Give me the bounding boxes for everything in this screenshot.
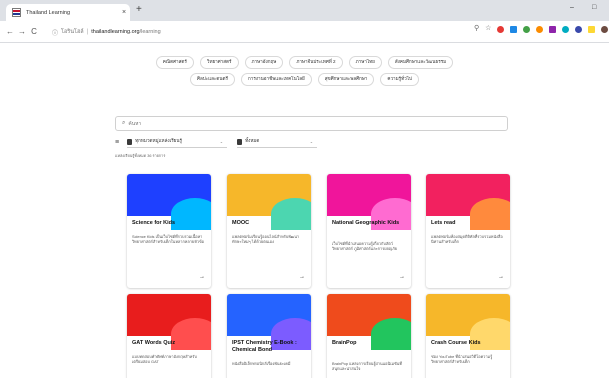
url-separator: | bbox=[86, 29, 89, 35]
extension-icon[interactable] bbox=[497, 25, 505, 33]
chevron-down-icon: ⌄ bbox=[309, 139, 314, 144]
category-pill[interactable]: คณิตศาสตร์ bbox=[155, 56, 194, 69]
search-input[interactable] bbox=[128, 120, 507, 127]
resource-card[interactable]: BrainPop BrainPop แหล่งการเรียนรู้ผ่านแอน… bbox=[327, 294, 411, 378]
card-title[interactable]: Science for Kids bbox=[132, 220, 207, 227]
extension-icon[interactable] bbox=[601, 25, 609, 33]
card-description: แบบทดสอบคำศัพท์ภาษาอังกฤษสำหรับเตรียมสอบ… bbox=[132, 354, 197, 365]
card-title[interactable]: BrainPop bbox=[332, 340, 407, 347]
card-thumbnail bbox=[426, 174, 510, 230]
card-thumbnail bbox=[227, 294, 311, 350]
card-description: เว็บไซต์ที่นำเสนอความรู้เกี่ยวกับสัตว์ ว… bbox=[332, 241, 398, 252]
card-thumbnail bbox=[426, 294, 510, 350]
type-dropdown-label: ทั้งหมด bbox=[245, 138, 260, 143]
arrow-right-icon[interactable]: → bbox=[199, 274, 205, 280]
filter-bar: ≡ ทุกหมวดหมู่แหล่งเรียนรู้ ⌄ ทั้งหมด ⌄ bbox=[115, 135, 327, 149]
back-button[interactable]: ← bbox=[4, 27, 16, 36]
tab-strip: Thailand Learning × + – □ bbox=[0, 0, 609, 21]
card-thumbnail bbox=[227, 174, 311, 230]
category-row-1: คณิตศาสตร์ วิทยาศาสตร์ ภาษาอังกฤษ ภาษาจีนปร… bbox=[0, 56, 609, 69]
category-dropdown[interactable]: ทุกหมวดหมู่แหล่งเรียนรู้ ⌄ bbox=[127, 136, 228, 148]
extension-icon[interactable] bbox=[575, 25, 583, 33]
search-icon: ⌕ bbox=[122, 120, 126, 126]
card-description: ช่อง YouTube ที่นำเสนอวิดีโอความรู้วิทยา… bbox=[431, 354, 493, 365]
url-site-label: โอรินโฮล์ bbox=[61, 29, 84, 35]
extension-icon[interactable] bbox=[510, 25, 518, 33]
maximize-button[interactable]: □ bbox=[592, 4, 596, 11]
category-pill[interactable]: ภาษาไทย bbox=[348, 56, 382, 69]
extension-icon[interactable] bbox=[562, 25, 570, 33]
filter-icon[interactable]: ≡ bbox=[115, 139, 119, 146]
category-row-2: ศิลปะและดนตรี การงานอาชีพและเทคโนโลยี สุขศ… bbox=[0, 73, 609, 86]
category-pill[interactable]: ศิลปะและดนตรี bbox=[190, 73, 235, 86]
card-thumbnail bbox=[327, 174, 411, 230]
card-title[interactable]: GAT Words Quiz bbox=[132, 340, 207, 347]
card-title[interactable]: National Geographic Kids bbox=[332, 220, 407, 227]
forward-button[interactable]: → bbox=[16, 27, 28, 36]
category-pill[interactable]: ความรู้ทั่วไป bbox=[380, 73, 419, 86]
reload-button[interactable]: C bbox=[28, 27, 40, 36]
star-icon[interactable]: ☆ bbox=[485, 25, 491, 33]
card-title[interactable]: Lets read bbox=[431, 220, 506, 227]
resource-card[interactable]: GAT Words Quiz แบบทดสอบคำศัพท์ภาษาอังกฤษส… bbox=[127, 294, 211, 378]
extension-icon[interactable] bbox=[549, 25, 557, 33]
category-pill[interactable]: วิทยาศาสตร์ bbox=[199, 56, 239, 69]
card-thumbnail bbox=[127, 174, 211, 230]
type-dropdown[interactable]: ทั้งหมด ⌄ bbox=[237, 136, 318, 148]
address-bar[interactable]: ⓘ โอรินโฮล์ | thailandlearning.org /lear… bbox=[52, 25, 458, 39]
result-count: แหล่งเรียนรู้ทั้งหมด 36 รายการ bbox=[115, 154, 166, 158]
resource-card[interactable]: MOOC แพลตฟอร์มเรียนรู้ออนไลน์สำหรับพัฒนาท… bbox=[227, 174, 311, 288]
browser-tab-thailand-learning[interactable]: Thailand Learning × bbox=[6, 4, 130, 21]
resource-card[interactable]: Crash Course Kids ช่อง YouTube ที่นำเสนอว… bbox=[426, 294, 510, 378]
extension-icons: ⚲ ☆ ⋮ bbox=[474, 25, 609, 33]
extension-icon[interactable] bbox=[536, 25, 544, 33]
url-host: thailandlearning.org bbox=[91, 29, 140, 35]
category-pill[interactable]: ภาษาจีนประเทศที่ 2 bbox=[289, 56, 343, 69]
resource-card[interactable]: National Geographic Kids เว็บไซต์ที่นำเสน… bbox=[327, 174, 411, 288]
category-pill[interactable]: สังคมศึกษาและวัฒนธรรม bbox=[387, 56, 454, 69]
book-icon bbox=[127, 138, 133, 145]
chevron-down-icon: ⌄ bbox=[219, 139, 224, 144]
card-title[interactable]: Crash Course Kids bbox=[431, 340, 506, 347]
category-pill[interactable]: ภาษาอังกฤษ bbox=[244, 56, 284, 69]
card-description: หนังสืออิเล็กทรอนิกส์เรื่องพันธะเคมี bbox=[232, 361, 291, 366]
arrow-right-icon[interactable]: → bbox=[498, 274, 504, 280]
category-dropdown-label: ทุกหมวดหมู่แหล่งเรียนรู้ bbox=[135, 138, 182, 143]
arrow-right-icon[interactable]: → bbox=[299, 274, 305, 280]
tab-title: Thailand Learning bbox=[26, 9, 71, 16]
category-pill[interactable]: สุขศึกษาและพลศึกษา bbox=[317, 73, 375, 86]
thailand-flag-icon bbox=[12, 8, 21, 17]
close-tab-icon[interactable]: × bbox=[118, 9, 130, 16]
search-icon[interactable]: ⚲ bbox=[474, 25, 479, 33]
category-pill[interactable]: การงานอาชีพและเทคโนโลยี bbox=[240, 73, 312, 86]
card-thumbnail bbox=[327, 294, 411, 350]
resource-card[interactable]: IPST Chemistry E-Book : Chemical Bond หนั… bbox=[227, 294, 311, 378]
media-icon bbox=[237, 138, 243, 145]
search-box[interactable]: ⌕ bbox=[115, 116, 508, 131]
card-thumbnail bbox=[127, 294, 211, 350]
card-description: แพลตฟอร์มเรียนรู้ออนไลน์สำหรับพัฒนาทักษะ… bbox=[232, 234, 300, 245]
extension-icon[interactable] bbox=[588, 25, 596, 33]
resource-card[interactable]: Lets read แพลตฟอร์มห้องสมุดดิจิทัลที่รวบร… bbox=[426, 174, 510, 288]
resource-card[interactable]: Science for Kids Science Kids เป็นเว็บไซต… bbox=[127, 174, 211, 288]
card-title[interactable]: MOOC bbox=[232, 220, 307, 227]
site-info-icon[interactable]: ⓘ bbox=[52, 28, 58, 37]
url-path: /learning bbox=[139, 29, 161, 35]
card-description: แพลตฟอร์มห้องสมุดดิจิทัลที่รวบรวมหนังสือ… bbox=[431, 234, 503, 245]
arrow-right-icon[interactable]: → bbox=[399, 274, 405, 280]
minimize-button[interactable]: – bbox=[570, 4, 574, 11]
new-tab-button[interactable]: + bbox=[136, 3, 142, 17]
card-title[interactable]: IPST Chemistry E-Book : Chemical Bond bbox=[232, 340, 307, 353]
card-description: BrainPop แหล่งการเรียนรู้ผ่านแอนิเมชันที… bbox=[332, 361, 402, 372]
card-description: Science Kids เป็นเว็บไซต์ที่รวบรวมเนื้อห… bbox=[132, 234, 204, 245]
extension-icon[interactable] bbox=[523, 25, 531, 33]
